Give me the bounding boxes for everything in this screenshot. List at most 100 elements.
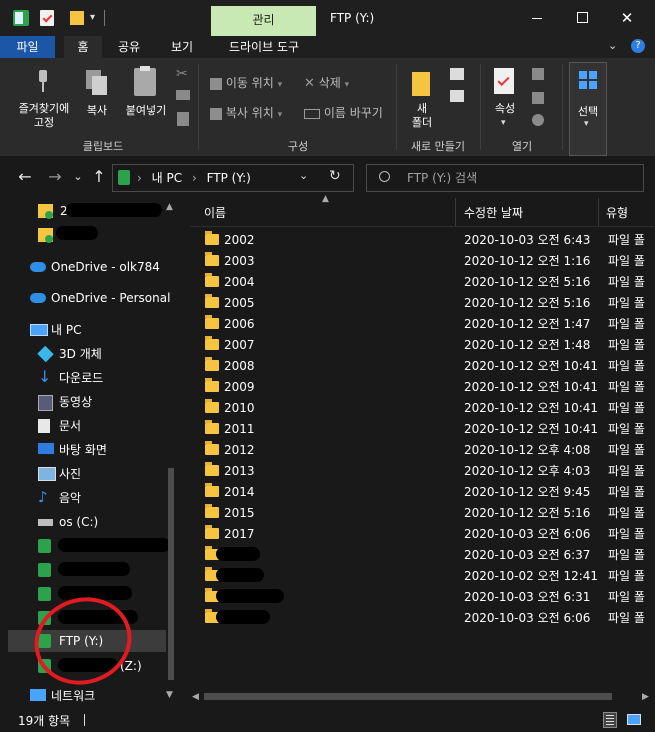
tab-file[interactable]: 파일 (0, 36, 55, 58)
breadcrumb-item-drive[interactable]: FTP (Y:) (207, 171, 251, 185)
sidebar-item-videos[interactable]: 동영상 (0, 391, 180, 413)
column-header-type[interactable]: 유형 (606, 204, 628, 221)
maximize-button[interactable] (568, 8, 598, 28)
easy-access-icon[interactable] (450, 90, 464, 102)
file-date: 2020-10-12 오전 5:16 (464, 506, 591, 520)
properties-dropdown-icon[interactable]: ▾ (501, 118, 506, 128)
file-date: 2020-10-03 오전 6:31 (464, 590, 591, 604)
table-row[interactable]: 2003 2020-10-12 오전 1:16 파일 폴 (202, 251, 655, 272)
table-row[interactable]: 2007 2020-10-12 오전 1:48 파일 폴 (202, 335, 655, 356)
table-row[interactable]: 2002 2020-10-03 오전 6:43 파일 폴 (202, 230, 655, 251)
paste-button[interactable]: 붙여넣기 (118, 104, 174, 118)
sidebar-item-onedrive-personal[interactable]: OneDrive - Personal (0, 287, 180, 309)
table-row[interactable]: 2020-10-03 오전 6:06 파일 폴 (202, 608, 655, 629)
back-button[interactable]: ← (12, 166, 38, 188)
sidebar-item-downloads[interactable]: ↓ 다운로드 (0, 367, 180, 389)
table-row[interactable]: 2012 2020-10-12 오후 4:08 파일 폴 (202, 440, 655, 461)
sidebar-item-documents[interactable]: 문서 (0, 415, 180, 437)
sidebar-item-desktop[interactable]: 바탕 화면 (0, 439, 180, 461)
copy-to-button[interactable]: 복사 위치 ▾ (210, 104, 282, 122)
new-folder-button[interactable]: 새 폴더 (402, 102, 442, 130)
sidebar-scroll-up-icon[interactable]: ▲ (166, 202, 173, 212)
file-type: 파일 폴 (608, 527, 645, 541)
tab-drive-tools[interactable]: 드라이브 도구 (214, 36, 314, 58)
column-header-modified[interactable]: 수정한 날짜 (464, 204, 523, 221)
table-row[interactable]: 2009 2020-10-12 오전 10:41 파일 폴 (202, 377, 655, 398)
table-row[interactable]: 2015 2020-10-12 오전 5:16 파일 폴 (202, 503, 655, 524)
sidebar-item-music[interactable]: ♪ 음악 (0, 487, 180, 509)
table-row[interactable]: 2005 2020-10-12 오전 5:16 파일 폴 (202, 293, 655, 314)
new-item-icon[interactable] (450, 68, 464, 80)
redaction-mark (216, 610, 270, 624)
sidebar-scrollbar-thumb[interactable] (168, 468, 174, 680)
new-folder-qat-icon[interactable] (70, 11, 84, 25)
qat-dropdown-icon[interactable]: ▾ (90, 12, 95, 23)
folder-icon (205, 483, 219, 497)
table-row[interactable]: 2020-10-03 오전 6:37 파일 폴 (202, 545, 655, 566)
history-icon[interactable] (532, 114, 544, 126)
hscroll-left-icon[interactable]: ◀ (192, 692, 199, 702)
breadcrumb-item-pc[interactable]: 내 PC (152, 171, 182, 185)
tab-home[interactable]: 홈 (64, 36, 102, 58)
sidebar-item-network[interactable]: 네트워크 (0, 685, 180, 707)
table-row[interactable]: 2013 2020-10-12 오후 4:03 파일 폴 (202, 461, 655, 482)
address-dropdown-icon[interactable]: ⌄ (299, 169, 308, 182)
chevron-down-icon: ▾ (344, 80, 350, 90)
copy-button[interactable]: 복사 (80, 104, 114, 118)
table-row[interactable]: 2006 2020-10-12 오전 1:47 파일 폴 (202, 314, 655, 335)
table-row[interactable]: 2017 2020-10-03 오전 6:06 파일 폴 (202, 524, 655, 545)
table-row[interactable]: 2011 2020-10-12 오전 10:41 파일 폴 (202, 419, 655, 440)
select-button[interactable]: 선택 ▾ (569, 62, 607, 156)
file-type: 파일 폴 (608, 380, 645, 394)
sidebar-item-this-pc[interactable]: 내 PC (0, 319, 180, 341)
details-view-button[interactable] (603, 712, 617, 728)
hscroll-right-icon[interactable]: ▶ (642, 692, 649, 702)
open-icon[interactable] (532, 68, 544, 80)
table-row[interactable]: 2004 2020-10-12 오전 5:16 파일 폴 (202, 272, 655, 293)
address-bar[interactable]: › 내 PC › FTP (Y:) ⌄ ↻ (112, 164, 354, 192)
column-header-name[interactable]: 이름 (204, 204, 226, 221)
sidebar-item-pictures[interactable]: 사진 (0, 463, 180, 485)
edit-icon[interactable] (532, 92, 544, 104)
file-type: 파일 폴 (608, 590, 645, 604)
hscroll-thumb[interactable] (204, 693, 612, 700)
move-to-button[interactable]: 이동 위치 ▾ (210, 74, 282, 92)
file-date: 2020-10-12 오전 1:47 (464, 317, 591, 331)
table-row[interactable]: 2010 2020-10-12 오전 10:41 파일 폴 (202, 398, 655, 419)
table-row[interactable]: 2020-10-02 오전 12:41 파일 폴 (202, 566, 655, 587)
expand-ribbon-icon[interactable]: ⌄ (608, 39, 617, 52)
table-row[interactable]: 2014 2020-10-12 오전 9:45 파일 폴 (202, 482, 655, 503)
forward-button[interactable]: → (42, 166, 68, 188)
pin-quick-access-button[interactable]: 즐겨찾기에 고정 (10, 102, 78, 130)
sidebar-item-3d-objects[interactable]: 3D 개체 (0, 343, 180, 365)
up-button[interactable]: ↑ (88, 166, 110, 188)
properties-qat-icon[interactable] (40, 10, 54, 26)
table-row[interactable]: 2008 2020-10-12 오전 10:41 파일 폴 (202, 356, 655, 377)
recent-locations-button[interactable]: ⌄ (70, 166, 86, 188)
delete-button[interactable]: ✕ 삭제 ▾ (304, 74, 349, 92)
file-date: 2020-10-03 오전 6:43 (464, 233, 591, 247)
help-icon[interactable]: ? (631, 39, 645, 53)
tab-view[interactable]: 보기 (158, 36, 206, 58)
close-button[interactable]: ✕ (612, 8, 642, 28)
sidebar-scroll-down-icon[interactable]: ▼ (166, 690, 173, 700)
redaction-mark (216, 589, 284, 603)
file-name: 2010 (224, 401, 255, 415)
rename-button[interactable]: 이름 바꾸기 (304, 104, 383, 122)
search-box[interactable]: FTP (Y:) 검색 (366, 164, 644, 192)
copy-path-icon[interactable] (176, 90, 190, 100)
folder-icon (205, 252, 219, 266)
file-list: ▲ 이름 수정한 날짜 유형 2002 2020-10-03 오전 6:43 파일 … (190, 194, 655, 708)
cut-icon[interactable]: ✂ (176, 66, 188, 82)
paste-shortcut-icon[interactable] (177, 112, 189, 126)
sidebar-item-onedrive-olk784[interactable]: OneDrive - olk784 (0, 256, 180, 278)
large-icons-view-button[interactable] (626, 712, 641, 726)
breadcrumb: › 내 PC › FTP (Y:) (137, 165, 251, 191)
minimize-button[interactable] (522, 8, 552, 28)
context-tab-manage[interactable]: 관리 (211, 6, 316, 36)
properties-button[interactable]: 속성 (486, 102, 524, 116)
refresh-icon[interactable]: ↻ (329, 168, 341, 184)
file-type: 파일 폴 (608, 338, 645, 352)
sidebar-item-drive-c[interactable]: os (C:) (0, 511, 180, 533)
tab-share[interactable]: 공유 (108, 36, 150, 58)
